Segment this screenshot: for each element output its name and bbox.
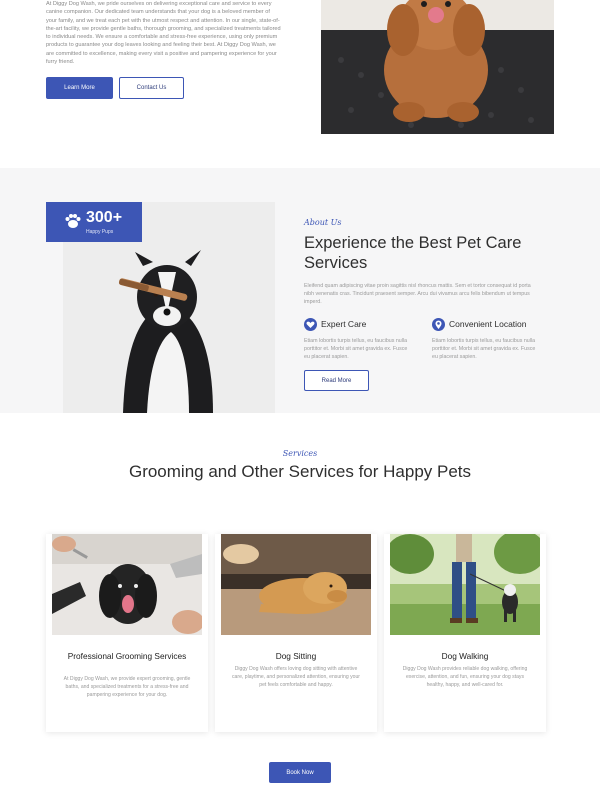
card-text: At Diggy Dog Wash, we provide expert gro… bbox=[63, 676, 191, 699]
service-card-grooming[interactable]: Professional Grooming Services At Diggy … bbox=[46, 534, 208, 732]
card-text: Diggy Dog Wash offers loving dog sitting… bbox=[232, 666, 360, 689]
book-now-button[interactable]: Book Now bbox=[269, 762, 331, 783]
hero-dog-photo bbox=[321, 0, 554, 134]
hero-dog-illustration bbox=[321, 0, 554, 134]
about-title: Experience the Best Pet Care Services bbox=[304, 234, 522, 272]
hero-section: At Diggy Dog Wash, we pride ourselves on… bbox=[0, 0, 600, 168]
dog-walking-photo bbox=[390, 534, 540, 635]
services-eyebrow: Services bbox=[282, 449, 318, 458]
badge-label: Happy Pups bbox=[86, 229, 114, 235]
about-content: About Us Experience the Best Pet Care Se… bbox=[304, 218, 540, 391]
card-text: Diggy Dog Wash provides reliable dog wal… bbox=[402, 666, 528, 689]
hero-paragraph: At Diggy Dog Wash, we pride ourselves on… bbox=[46, 1, 281, 66]
learn-more-button[interactable]: Learn More bbox=[46, 77, 113, 99]
grooming-illustration bbox=[52, 534, 202, 635]
location-pin-icon bbox=[432, 317, 445, 331]
feature-expert-care: Expert Care Etiam lobortis turpis tellus… bbox=[304, 317, 412, 361]
heart-icon bbox=[304, 317, 317, 331]
feature-text: Etiam lobortis turpis tellus, eu faucibu… bbox=[432, 338, 536, 360]
grooming-photo bbox=[52, 534, 202, 635]
badge-count: 300+ bbox=[86, 209, 123, 226]
service-cards: Professional Grooming Services At Diggy … bbox=[46, 534, 546, 734]
dog-sitting-photo bbox=[221, 534, 371, 635]
feature-title: Convenient Location bbox=[449, 319, 527, 329]
card-title: Dog Sitting bbox=[275, 651, 317, 661]
feature-text: Etiam lobortis turpis tellus, eu faucibu… bbox=[304, 338, 408, 360]
dog-sitting-illustration bbox=[221, 534, 371, 635]
hero-buttons: Learn More Contact Us bbox=[46, 77, 184, 99]
read-more-button[interactable]: Read More bbox=[304, 370, 369, 391]
about-eyebrow: About Us bbox=[304, 218, 342, 227]
feature-title: Expert Care bbox=[321, 319, 367, 329]
about-section: 300+ Happy Pups About Us Experience the … bbox=[0, 168, 600, 413]
card-title: Dog Walking bbox=[441, 651, 489, 661]
service-card-dog-sitting[interactable]: Dog Sitting Diggy Dog Wash offers loving… bbox=[215, 534, 377, 732]
dog-walking-illustration bbox=[390, 534, 540, 635]
card-title: Professional Grooming Services bbox=[67, 651, 187, 661]
feature-header: Convenient Location bbox=[432, 317, 540, 331]
service-card-dog-walking[interactable]: Dog Walking Diggy Dog Wash provides reli… bbox=[384, 534, 546, 732]
paw-icon bbox=[65, 214, 81, 228]
feature-list: Expert Care Etiam lobortis turpis tellus… bbox=[304, 317, 540, 361]
feature-header: Expert Care bbox=[304, 317, 412, 331]
happy-pups-badge: 300+ Happy Pups bbox=[46, 202, 142, 242]
services-section: Services Grooming and Other Services for… bbox=[0, 413, 600, 800]
contact-us-button[interactable]: Contact Us bbox=[119, 77, 184, 99]
feature-convenient-location: Convenient Location Etiam lobortis turpi… bbox=[432, 317, 540, 361]
about-paragraph: Eleifend quam adipiscing vitae proin sag… bbox=[304, 283, 531, 305]
services-title: Grooming and Other Services for Happy Pe… bbox=[128, 462, 472, 481]
